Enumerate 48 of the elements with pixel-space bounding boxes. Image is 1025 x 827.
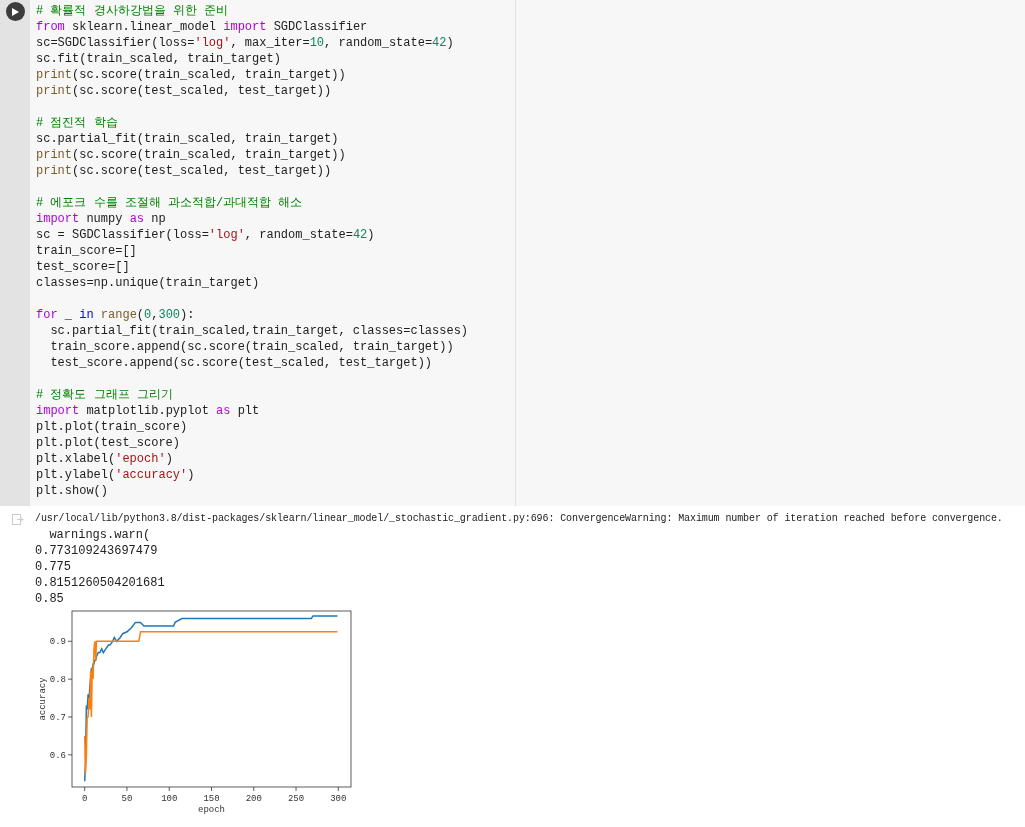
code-line: # 확률적 경사하강법을 위한 준비 xyxy=(36,3,229,19)
x-tick-label: 200 xyxy=(245,794,262,804)
x-tick-label: 250 xyxy=(287,794,305,804)
y-tick-label: 0.8 xyxy=(49,675,66,686)
code-line: classes=np.unique(train_target) xyxy=(36,275,261,291)
code-line: sc.fit(train_scaled, train_target) xyxy=(36,51,282,67)
code-line: for _ in range(0,300): xyxy=(36,307,196,323)
code-line: plt.xlabel('epoch') xyxy=(36,451,174,467)
code-line: test_score.append(sc.score(test_scaled, test_target)) xyxy=(49,355,434,371)
code-line: train_score=[] xyxy=(36,243,138,259)
code-line: plt.show() xyxy=(36,483,109,499)
output-line: warnings.warn( xyxy=(48,527,152,543)
play-icon xyxy=(11,7,19,16)
code-line: sc.partial_fit(train_scaled, train_target) xyxy=(36,131,340,147)
x-tick-label: 50 xyxy=(121,794,133,804)
code-line: sc.partial_fit(train_scaled,train_target, classes=classes) xyxy=(49,323,470,339)
code-line: import matplotlib.pyplot as plt xyxy=(36,403,261,419)
y-tick-label: 0.7 xyxy=(49,713,66,723)
output-line: 0.775 xyxy=(35,559,72,575)
code-line: print(sc.score(test_scaled, test_target)) xyxy=(36,163,333,179)
code-line: print(sc.score(test_scaled, test_target)) xyxy=(36,83,333,99)
code-line: sc=SGDClassifier(loss='log', max_iter=10, random_state=42) xyxy=(36,35,455,51)
code-line: from sklearn.linear_model import SGDClassifier xyxy=(36,19,369,35)
code-line: print(sc.score(train_scaled, train_target)) xyxy=(36,147,347,163)
output-line: 0.85 xyxy=(35,591,65,607)
code-line: plt.plot(train_score) xyxy=(36,419,189,435)
x-tick-label: 0 xyxy=(82,794,88,804)
code-line: sc = SGDClassifier(loss='log', random_state=42) xyxy=(36,227,376,243)
code-line: plt.plot(test_score) xyxy=(36,435,182,451)
code-line: plt.ylabel('accuracy') xyxy=(36,467,196,483)
output-line: 0.773109243697479 xyxy=(35,543,159,559)
code-line: test_score=[] xyxy=(36,259,131,275)
run-button[interactable] xyxy=(5,2,25,21)
y-axis-label: accuracy xyxy=(38,677,48,721)
code-line: # 정확도 그래프 그리기 xyxy=(36,387,174,403)
y-tick-label: 0.6 xyxy=(49,750,66,761)
code-line: import numpy as np xyxy=(36,211,167,227)
warning-text: /usr/local/lib/python3.8/dist-packages/sklearn/linear_model/_stochastic_gradient.py:696: ConvergenceWarning: Maximum number of iteration reached before convergence. xyxy=(35,512,1003,526)
y-tick-label: 0.9 xyxy=(49,637,66,648)
output-line: 0.8151260504201681 xyxy=(35,575,166,591)
x-tick-label: 100 xyxy=(161,794,178,804)
x-axis-label: epoch xyxy=(198,805,225,815)
code-line: print(sc.score(train_scaled, train_target)) xyxy=(36,67,347,83)
x-tick-label: 150 xyxy=(203,794,220,804)
code-line: # 점진적 학습 xyxy=(36,115,119,131)
code-line: # 에포크 수를 조절해 과소적합/과대적합 해소 xyxy=(36,195,304,211)
x-tick-label: 300 xyxy=(330,794,347,804)
code-line: train_score.append(sc.score(train_scaled, train_target)) xyxy=(49,339,455,355)
